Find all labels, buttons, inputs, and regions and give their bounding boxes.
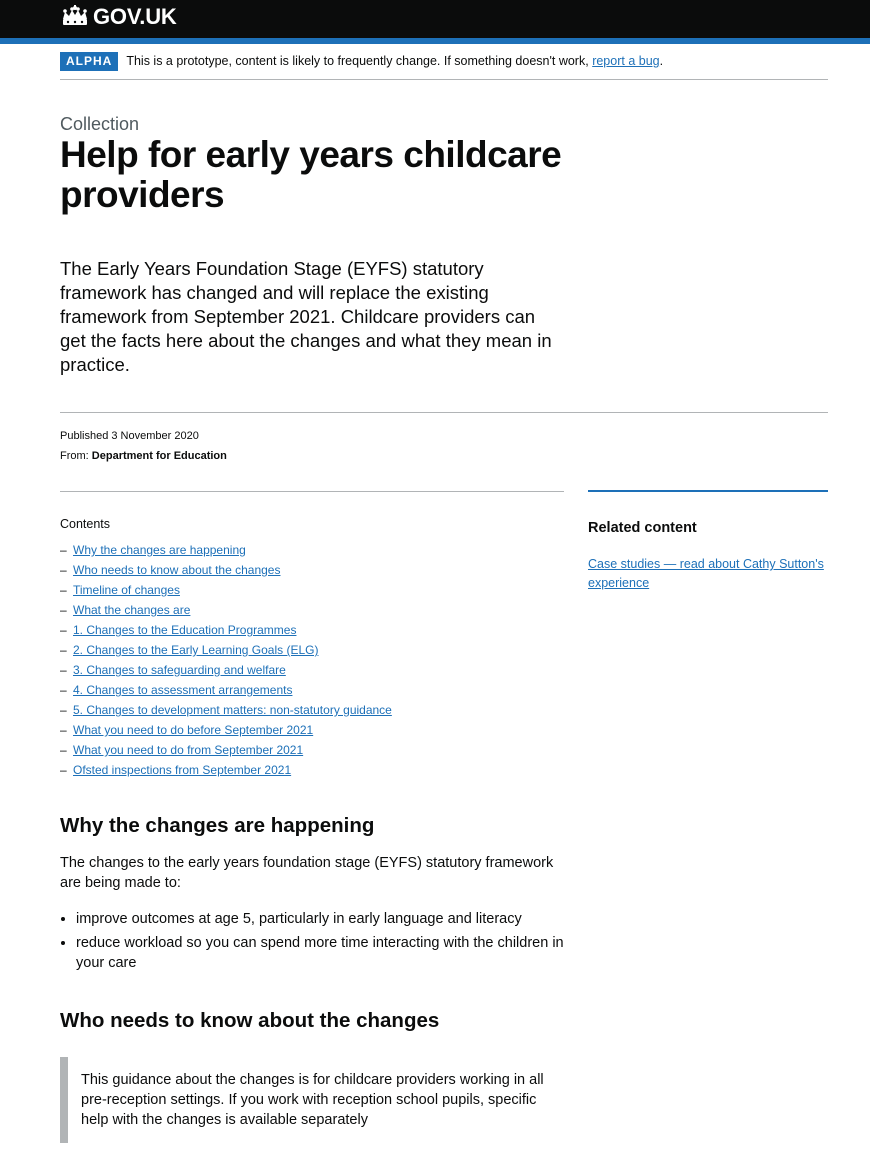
from-organisation: Department for Education (91, 450, 227, 462)
contents-dash: – (60, 663, 67, 677)
contents-item: – What the changes are (60, 600, 392, 620)
bullet-item: improve outcomes at age 5, particularly … (76, 909, 564, 929)
crown-icon (63, 5, 87, 25)
contents-dash: – (60, 763, 67, 777)
contents-dash: – (60, 603, 67, 617)
inset-text: This guidance about the changes is for c… (60, 1057, 564, 1143)
phase-banner-suffix: . (659, 54, 664, 68)
contents-list: – Why the changes are happening – Who need… (60, 540, 392, 780)
metadata: Published 3 November 2020 From: Departme… (60, 426, 227, 466)
contents-item: – What you need to do before September 20… (60, 720, 392, 740)
contents-item: –5. Changes to development matters: non-… (60, 700, 392, 720)
page-caption: Collection (60, 114, 140, 134)
contents-dash: – (60, 683, 67, 697)
contents-item: – Timeline of changes (60, 580, 392, 600)
contents-item: – Why the changes are happening (60, 540, 392, 560)
divider (60, 412, 828, 413)
contents-link[interactable]: Why the changes are happening (73, 540, 246, 560)
contents-dash: – (60, 583, 67, 597)
published-date: Published 3 November 2020 (60, 430, 199, 442)
contents-dash: – (60, 723, 67, 737)
from-label: From: (60, 450, 89, 462)
contents-item: –3. Changes to safeguarding and welfare (60, 660, 392, 680)
contents-dash: – (60, 743, 67, 757)
from-line: From: Department for Education (60, 446, 227, 466)
logo-text: GOV.UK (93, 4, 177, 29)
govuk-logo-link[interactable]: GOV.UK (60, 5, 177, 29)
page-title: Help for early years childcare providers (60, 134, 562, 215)
contents-link[interactable]: Who needs to know about the changes (73, 560, 280, 580)
contents-item: –2. Changes to the Early Learning Goals … (60, 640, 392, 660)
contents-dash: – (60, 643, 67, 657)
phase-tag: ALPHA (60, 52, 119, 71)
report-bug-link[interactable]: report a bug (592, 54, 659, 68)
phase-banner-message: This is a prototype, content is likely t… (126, 54, 589, 68)
related-divider (588, 490, 828, 492)
contents-item: – What you need to do from September 2021 (60, 740, 392, 760)
section-heading-who: Who needs to know about the changes (60, 1009, 440, 1032)
contents-item: –4. Changes to assessment arrangements (60, 680, 392, 700)
contents-dash: – (60, 703, 67, 717)
contents-link[interactable]: 1. Changes to the Education Programmes (73, 620, 296, 640)
section-why-intro: The changes to the early years foundatio… (60, 855, 554, 891)
contents-link[interactable]: 2. Changes to the Early Learning Goals (… (73, 640, 318, 660)
contents-dash: – (60, 563, 67, 577)
phase-banner: ALPHA This is a prototype, content is li… (60, 52, 828, 80)
contents-link[interactable]: 4. Changes to assessment arrangements (73, 680, 292, 700)
contents-link[interactable]: 3. Changes to safeguarding and welfare (73, 660, 286, 680)
contents-link[interactable]: Timeline of changes (73, 580, 180, 600)
lead-paragraph: The Early Years Foundation Stage (EYFS) … (60, 258, 552, 375)
contents-link[interactable]: 5. Changes to development matters: non-s… (73, 700, 392, 720)
header-stripe (0, 38, 870, 44)
related-content-title: Related content (588, 520, 697, 536)
contents-dash: – (60, 543, 67, 557)
contents-item: – Who needs to know about the changes (60, 560, 392, 580)
section-heading-why: Why the changes are happening (60, 814, 375, 837)
section-why-bullets: improve outcomes at age 5, particularly … (76, 909, 564, 977)
bullet-item: reduce workload so you can spend more ti… (76, 933, 564, 973)
contents-divider (60, 491, 564, 492)
contents-link[interactable]: What you need to do from September 2021 (73, 740, 303, 760)
contents-link[interactable]: What the changes are (73, 600, 190, 620)
contents-dash: – (60, 623, 67, 637)
phase-banner-text: This is a prototype, content is likely t… (126, 52, 663, 71)
related-content-link[interactable]: Case studies — read about Cathy Sutton's… (588, 555, 828, 593)
contents-item: – Ofsted inspections from September 2021 (60, 760, 392, 780)
site-header: GOV.UK (0, 0, 870, 38)
contents-item: –1. Changes to the Education Programmes (60, 620, 392, 640)
contents-title: Contents (60, 517, 111, 531)
contents-link[interactable]: What you need to do before September 202… (73, 720, 313, 740)
contents-link[interactable]: Ofsted inspections from September 2021 (73, 760, 291, 780)
